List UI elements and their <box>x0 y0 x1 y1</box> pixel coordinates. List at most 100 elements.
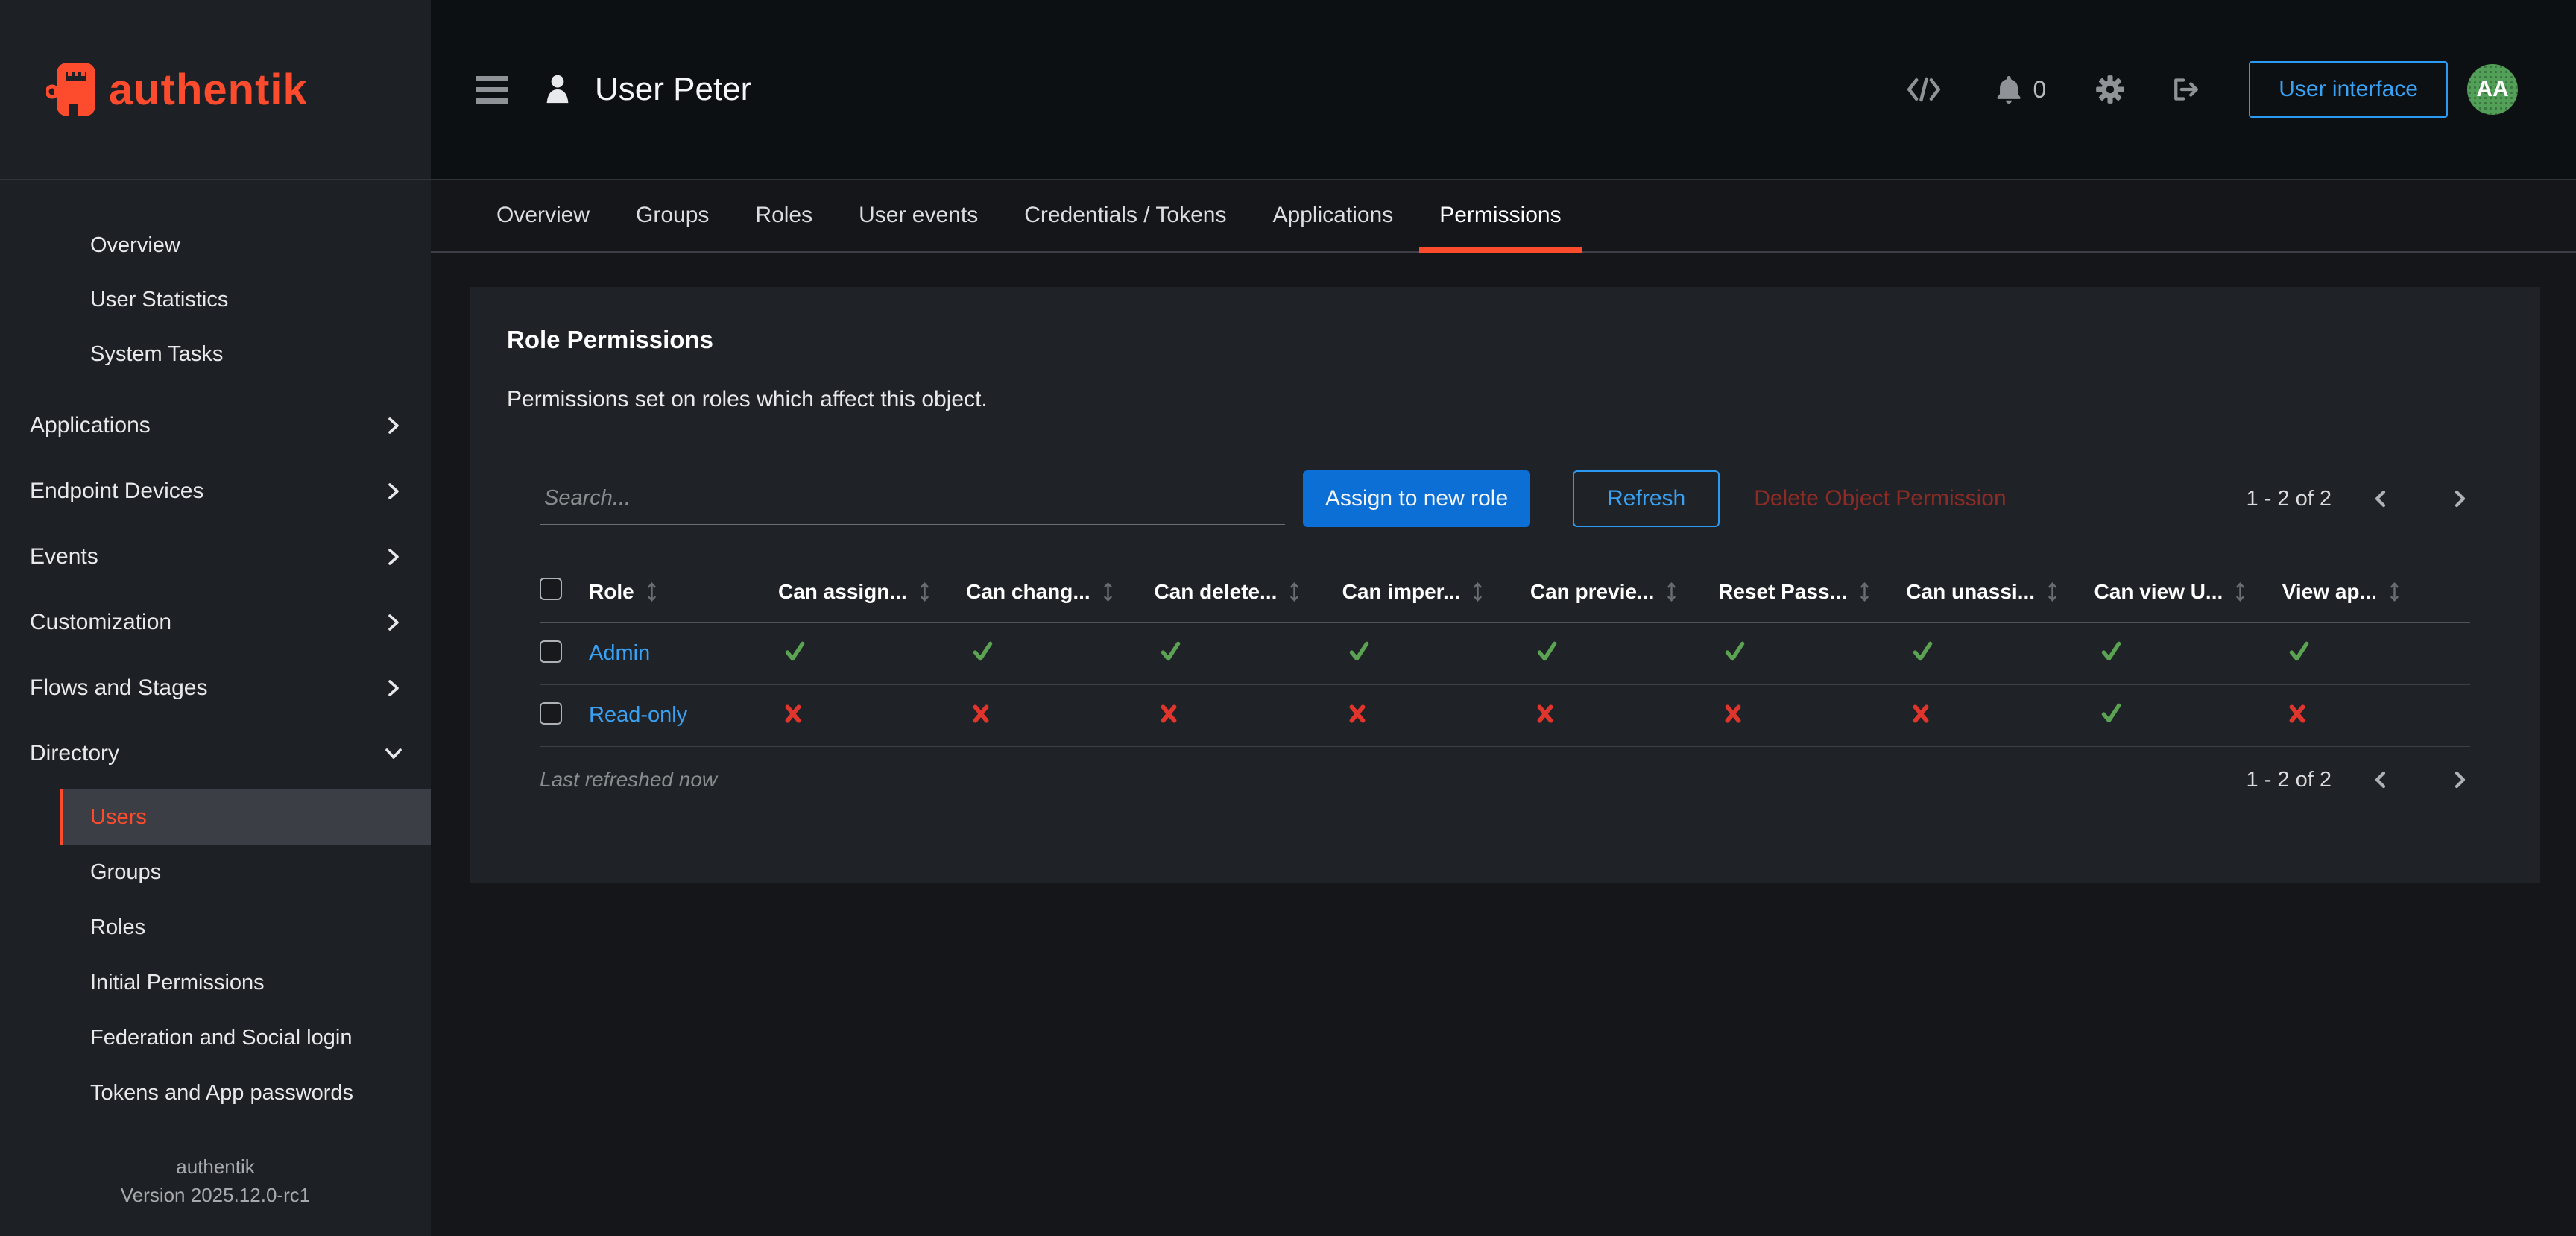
api-code-icon[interactable] <box>1906 75 1942 104</box>
sidebar-item-overview[interactable]: Overview <box>60 218 431 273</box>
tab-groups[interactable]: Groups <box>616 180 729 251</box>
sidebar-item-tokens-and-app-passwords[interactable]: Tokens and App passwords <box>60 1065 431 1120</box>
sidebar-nav: ApplicationsEndpoint DevicesEvents Custom… <box>0 393 431 786</box>
role-link-read-only[interactable]: Read-only <box>589 703 687 727</box>
sidebar-item-customization[interactable]: Customization <box>0 590 431 655</box>
column-header-view-ap[interactable]: View ap... <box>2282 561 2470 622</box>
sort-icon[interactable] <box>2389 580 2400 604</box>
cross-icon <box>1906 702 1931 725</box>
row-checkbox[interactable] <box>540 640 562 663</box>
column-label: Can assign... <box>778 580 907 604</box>
sort-icon[interactable] <box>2235 580 2246 604</box>
sidebar-item-groups[interactable]: Groups <box>60 845 431 900</box>
sort-icon[interactable] <box>1666 580 1677 604</box>
chevron-right-icon <box>383 678 404 699</box>
cross-icon <box>966 702 991 725</box>
sidebar: Dashboards OverviewUser StatisticsSystem… <box>0 180 431 1236</box>
column-header-can-previe[interactable]: Can previe... <box>1530 561 1718 622</box>
sort-icon[interactable] <box>1472 580 1483 604</box>
cross-icon <box>778 702 804 725</box>
sort-icon[interactable] <box>919 580 930 604</box>
app-name: authentik <box>0 1153 431 1181</box>
main-content: OverviewGroupsRolesUser eventsCredential… <box>431 180 2576 1236</box>
previous-page-icon[interactable] <box>2370 487 2391 511</box>
sidebar-item-label: Customization <box>30 610 171 635</box>
sort-icon[interactable] <box>2047 580 2058 604</box>
column-header-can-chang[interactable]: Can chang... <box>966 561 1154 622</box>
check-icon <box>2094 701 2123 725</box>
notifications-bell-icon[interactable] <box>1995 75 2022 104</box>
sidebar-item-directory[interactable]: Directory <box>0 721 431 786</box>
tab-user-events[interactable]: User events <box>839 180 998 251</box>
search-input[interactable] <box>540 473 1285 525</box>
column-header-can-imper[interactable]: Can imper... <box>1342 561 1530 622</box>
pagination-bottom: 1 - 2 of 2 <box>2247 768 2470 792</box>
top-header: authentik User Peter 0 <box>0 0 2576 180</box>
tab-applications[interactable]: Applications <box>1252 180 1413 251</box>
brand-logo[interactable]: authentik <box>0 0 431 179</box>
sidebar-item-initial-permissions[interactable]: Initial Permissions <box>60 955 431 1010</box>
tab-permissions[interactable]: Permissions <box>1419 180 1581 251</box>
sort-icon[interactable] <box>1289 580 1300 604</box>
sidebar-item-system-tasks[interactable]: System Tasks <box>60 327 431 382</box>
column-label: Can chang... <box>966 580 1090 604</box>
delete-object-permission-button[interactable]: Delete Object Permission <box>1754 470 2006 527</box>
sidebar-item-label: Directory <box>30 741 119 766</box>
settings-gear-icon[interactable] <box>2095 75 2125 104</box>
sign-out-icon[interactable] <box>2171 76 2201 103</box>
cross-icon <box>1154 702 1179 725</box>
sidebar-item-federation-and-social-login[interactable]: Federation and Social login <box>60 1010 431 1065</box>
sidebar-item-endpoint-devices[interactable]: Endpoint Devices <box>0 458 431 524</box>
column-header-reset-pass[interactable]: Reset Pass... <box>1718 561 1906 622</box>
pagination-label: 1 - 2 of 2 <box>2247 768 2332 792</box>
role-link-admin[interactable]: Admin <box>589 641 650 665</box>
assign-to-new-role-button[interactable]: Assign to new role <box>1303 470 1530 527</box>
sidebar-dashboards-group: OverviewUser StatisticsSystem Tasks <box>60 218 431 382</box>
table-header-row: RoleCan assign... Can chang... Can delete.… <box>540 561 2470 622</box>
sidebar-item-user-statistics[interactable]: User Statistics <box>60 273 431 327</box>
sidebar-item-flows-and-stages[interactable]: Flows and Stages <box>0 655 431 721</box>
column-header-can-unassi[interactable]: Can unassi... <box>1906 561 2094 622</box>
sidebar-toggle-icon[interactable] <box>476 76 508 104</box>
notification-count: 0 <box>2033 76 2046 104</box>
sort-icon[interactable] <box>646 580 657 604</box>
refresh-button[interactable]: Refresh <box>1573 470 1720 527</box>
card-title: Role Permissions <box>507 324 2503 356</box>
table-row: Admin <box>540 622 2470 684</box>
row-checkbox[interactable] <box>540 702 562 725</box>
select-all-checkbox[interactable] <box>540 578 562 600</box>
user-interface-button[interactable]: User interface <box>2249 61 2448 118</box>
role-permissions-table: RoleCan assign... Can chang... Can delete.… <box>540 561 2470 747</box>
sidebar-item-label: Flows and Stages <box>30 675 207 701</box>
cross-icon <box>2282 702 2308 725</box>
user-icon <box>543 73 572 106</box>
previous-page-icon[interactable] <box>2370 768 2391 792</box>
next-page-icon[interactable] <box>2449 487 2470 511</box>
sidebar-footer: authentik Version 2025.12.0-rc1 <box>0 1153 431 1209</box>
sidebar-item-applications[interactable]: Applications <box>0 393 431 458</box>
tab-credentials-tokens[interactable]: Credentials / Tokens <box>1004 180 1246 251</box>
authentik-logo-icon <box>46 61 95 118</box>
tab-roles[interactable]: Roles <box>735 180 833 251</box>
sidebar-item-events[interactable]: Events <box>0 524 431 590</box>
next-page-icon[interactable] <box>2449 768 2470 792</box>
sidebar-item-users[interactable]: Users <box>60 789 431 845</box>
check-icon <box>778 640 806 663</box>
tab-overview[interactable]: Overview <box>476 180 610 251</box>
last-refreshed-text: Last refreshed now <box>540 768 717 792</box>
check-icon <box>1530 640 1559 663</box>
app-version: Version 2025.12.0-rc1 <box>0 1181 431 1209</box>
avatar[interactable]: AA <box>2467 64 2518 115</box>
column-header-role[interactable]: Role <box>589 561 778 622</box>
sort-icon[interactable] <box>1859 580 1870 604</box>
chevron-right-icon <box>383 415 404 436</box>
column-label: Can imper... <box>1342 580 1461 604</box>
column-header-can-view-u[interactable]: Can view U... <box>2094 561 2282 622</box>
sidebar-item-roles[interactable]: Roles <box>60 900 431 955</box>
brand-wordmark: authentik <box>109 65 308 115</box>
column-header-can-assign[interactable]: Can assign... <box>778 561 966 622</box>
card-footer: Last refreshed now 1 - 2 of 2 <box>540 768 2470 792</box>
sort-icon[interactable] <box>1102 580 1114 604</box>
sidebar-section-dashboards: Dashboards <box>30 180 431 186</box>
column-header-can-delete[interactable]: Can delete... <box>1154 561 1342 622</box>
